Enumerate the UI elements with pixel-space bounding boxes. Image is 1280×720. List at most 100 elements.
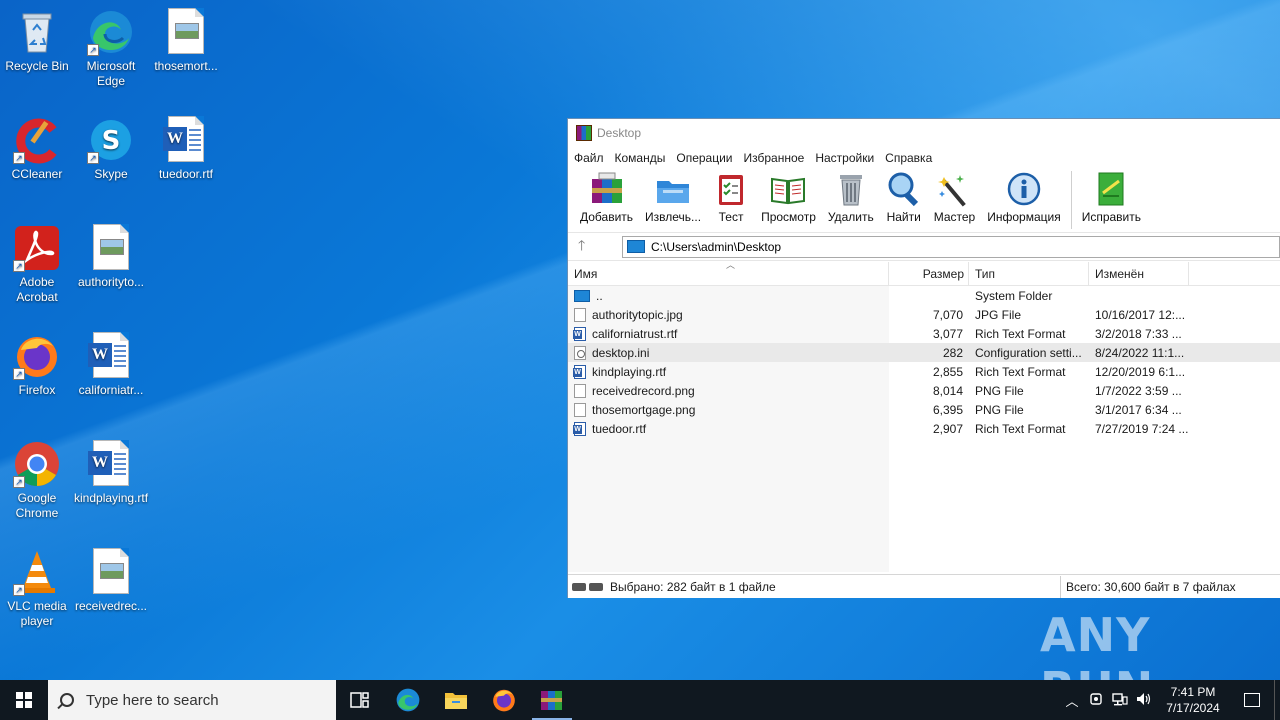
desktop-icon-ccleaner[interactable]: ↗ CCleaner xyxy=(0,116,74,182)
folder-up-icon xyxy=(574,289,590,302)
desktop-icon-label: Skype xyxy=(94,167,128,181)
menu-favorites[interactable]: Избранное xyxy=(744,151,805,165)
wizard-wand-icon xyxy=(936,171,972,207)
add-button[interactable]: Добавить xyxy=(576,171,637,224)
taskbar-clock[interactable]: 7:41 PM 7/17/2024 xyxy=(1156,684,1230,716)
tray-device-icon[interactable] xyxy=(1084,692,1108,709)
menu-help[interactable]: Справка xyxy=(885,151,932,165)
info-button[interactable]: Информация xyxy=(983,171,1064,224)
taskbar: Type here to search ︿ 7:41 PM 7/17/2024 xyxy=(0,680,1280,720)
column-header-size[interactable]: Размер xyxy=(889,261,969,286)
search-placeholder: Type here to search xyxy=(86,691,219,709)
winrar-window[interactable]: Desktop Файл Команды Операции Избранное … xyxy=(567,118,1280,598)
menu-commands[interactable]: Команды xyxy=(615,151,666,165)
column-header-modified[interactable]: Изменён xyxy=(1089,261,1189,286)
desktop-icon-tuedoor[interactable]: W tuedoor.rtf xyxy=(149,116,223,182)
sort-ascending-icon: ︿ xyxy=(726,260,736,270)
extract-folder-icon xyxy=(655,171,691,207)
add-archive-icon xyxy=(589,171,625,207)
winrar-logo-icon xyxy=(576,125,592,141)
address-path: C:\Users\admin\Desktop xyxy=(651,239,782,254)
task-view-icon xyxy=(350,692,369,708)
image-file-icon xyxy=(574,402,586,417)
desktop-icon-label: Google Chrome xyxy=(15,491,59,520)
table-row[interactable]: thosemortgage.png 6,395 PNG File 3/1/201… xyxy=(568,400,1280,419)
edge-icon: ↗ xyxy=(87,8,135,56)
desktop-icon-firefox[interactable]: ↗ Firefox xyxy=(0,332,74,398)
clock-date: 7/17/2024 xyxy=(1166,701,1220,715)
repair-button[interactable]: Исправить xyxy=(1078,171,1145,224)
desktop-icon-receivedrecord[interactable]: receivedrec... xyxy=(74,548,148,614)
taskbar-search-box[interactable]: Type here to search xyxy=(48,680,336,720)
notification-center-button[interactable] xyxy=(1230,693,1274,707)
taskbar-file-explorer-button[interactable] xyxy=(432,680,480,720)
desktop-icon-label: CCleaner xyxy=(11,167,63,181)
magnifier-icon xyxy=(886,171,922,207)
table-row[interactable]: tuedoor.rtf 2,907 Rich Text Format 7/27/… xyxy=(568,419,1280,438)
menu-settings[interactable]: Настройки xyxy=(815,151,874,165)
test-clipboard-icon xyxy=(713,171,749,207)
desktop-icon-google-chrome[interactable]: ↗ Google Chrome xyxy=(0,440,74,521)
table-row[interactable]: receivedrecord.png 8,014 PNG File 1/7/20… xyxy=(568,381,1280,400)
desktop-icon-adobe-acrobat[interactable]: ↗ Adobe Acrobat xyxy=(0,224,74,305)
desktop-icon-label: authorityto... xyxy=(77,275,145,289)
skype-icon: S ↗ xyxy=(87,116,135,164)
desktop-icon-label: californiatr... xyxy=(78,383,144,397)
table-row[interactable]: .. System Folder xyxy=(568,286,1280,305)
table-row[interactable]: authoritytopic.jpg 7,070 JPG File 10/16/… xyxy=(568,305,1280,324)
find-button[interactable]: Найти xyxy=(882,171,926,224)
desktop-icon-recycle-bin[interactable]: Recycle Bin xyxy=(0,8,74,74)
desktop-icon-label: Adobe Acrobat xyxy=(16,275,58,304)
table-row[interactable]: californiatrust.rtf 3,077 Rich Text Form… xyxy=(568,324,1280,343)
settings-file-icon xyxy=(574,345,586,360)
menu-operations[interactable]: Операции xyxy=(676,151,732,165)
desktop-icon-kindplaying[interactable]: W kindplaying.rtf xyxy=(74,440,148,506)
word-document-icon xyxy=(573,326,586,341)
table-row[interactable]: kindplaying.rtf 2,855 Rich Text Format 1… xyxy=(568,362,1280,381)
desktop-icon-thosemortgage[interactable]: thosemort... xyxy=(149,8,223,74)
volume-icon[interactable] xyxy=(1132,692,1156,709)
shortcut-arrow-icon: ↗ xyxy=(87,44,99,56)
tray-overflow-chevron-icon[interactable]: ︿ xyxy=(1060,691,1084,710)
taskbar-edge-button[interactable] xyxy=(384,680,432,720)
file-list[interactable]: Имя Размер Тип Изменён ︿ .. System Folde… xyxy=(568,260,1280,574)
firefox-icon: ↗ xyxy=(13,332,61,380)
taskbar-firefox-button[interactable] xyxy=(480,680,528,720)
word-document-icon xyxy=(573,421,586,436)
view-button[interactable]: Просмотр xyxy=(757,171,820,224)
start-button[interactable] xyxy=(0,680,48,720)
repair-icon xyxy=(1093,171,1129,207)
network-icon[interactable] xyxy=(1108,692,1132,709)
show-desktop-button[interactable] xyxy=(1274,680,1280,720)
vlc-cone-icon: ↗ xyxy=(13,548,61,596)
column-header-type[interactable]: Тип xyxy=(969,261,1089,286)
status-divider xyxy=(1060,575,1061,598)
word-document-icon: W xyxy=(87,332,135,380)
address-bar: 🡑 C:\Users\admin\Desktop xyxy=(568,233,1280,261)
edge-icon xyxy=(396,688,420,712)
folder-icon xyxy=(627,240,645,253)
drive-status-icon xyxy=(568,582,610,591)
desktop-icon-label: VLC media player xyxy=(7,599,67,628)
address-field[interactable]: C:\Users\admin\Desktop xyxy=(622,235,1280,258)
test-button[interactable]: Тест xyxy=(709,171,753,224)
desktop-icon-label: Microsoft Edge xyxy=(86,59,136,88)
title-bar[interactable]: Desktop xyxy=(568,119,1280,147)
status-total: Всего: 30,600 байт в 7 файлах xyxy=(1066,579,1236,594)
table-row-selected[interactable]: desktop.ini 282 Configuration setti... 8… xyxy=(568,343,1280,362)
desktop-icon-californiatrust[interactable]: W californiatr... xyxy=(74,332,148,398)
up-arrow-icon[interactable]: 🡑 xyxy=(578,235,598,259)
desktop-icon-skype[interactable]: S ↗ Skype xyxy=(74,116,148,182)
delete-button[interactable]: Удалить xyxy=(824,171,878,224)
task-view-button[interactable] xyxy=(336,680,384,720)
desktop-icon-authoritytopic[interactable]: authorityto... xyxy=(74,224,148,290)
desktop-icon-edge[interactable]: ↗ Microsoft Edge xyxy=(74,8,148,89)
desktop-icon-vlc[interactable]: ↗ VLC media player xyxy=(0,548,74,629)
wizard-button[interactable]: Мастер xyxy=(930,171,980,224)
menu-file[interactable]: Файл xyxy=(574,151,604,165)
shortcut-arrow-icon: ↗ xyxy=(13,260,25,272)
taskbar-winrar-button[interactable] xyxy=(528,680,576,720)
extract-button[interactable]: Извлечь... xyxy=(641,171,705,224)
ccleaner-icon: ↗ xyxy=(13,116,61,164)
svg-text:S: S xyxy=(102,126,121,156)
